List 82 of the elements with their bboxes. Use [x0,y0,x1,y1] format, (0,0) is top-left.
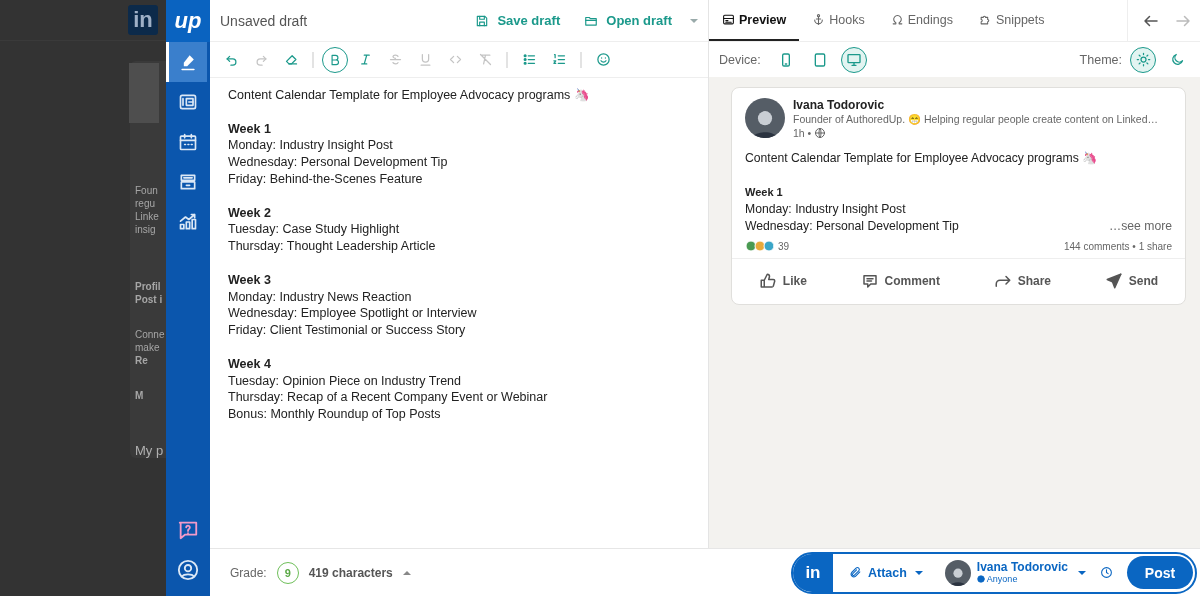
clock-icon [1100,566,1113,579]
background-heading: My p [135,443,165,458]
open-draft-button[interactable]: Open draft [584,13,698,28]
editor-line: Tuesday: Opinion Piece on Industry Trend [228,372,462,390]
post-text: Monday: Industry Insight Post [745,201,907,218]
drawer-icon [178,172,198,192]
linkedin-badge: in [792,553,833,592]
character-count: 419 characters [308,565,393,580]
reactions-icon [745,240,775,252]
theme-label: Theme: [1079,52,1122,67]
tab[interactable]: Snippets [965,0,1058,41]
sun-icon [1135,52,1151,67]
save-draft-button[interactable]: Save draft [475,13,561,28]
device-label: Device: [719,52,761,67]
editor-line: Friday: Behind-the-Scenes Feature [228,171,424,188]
send-button[interactable]: Send [1096,266,1167,296]
linkedin-logo: in [128,5,158,35]
editor-line: Week 2 [228,204,272,222]
omega-icon [890,13,904,26]
background-text: insig [135,224,157,235]
editor-line: Wednesday: Employee Spotlight or Interview [228,305,478,323]
account-selector[interactable]: Ivana Todorovic Anyone [932,559,1086,586]
tab[interactable]: Hooks [799,0,878,41]
editor-line: Bonus: Monthly Roundup of Top Posts [228,406,442,423]
tab[interactable]: Endings [877,0,966,41]
post-stats: 144 comments • 1 share [1064,240,1172,252]
editor-line: Thursday: Recap of a Recent Company Event or Webinar [228,389,549,407]
paperclip-icon [848,566,862,579]
attach-button[interactable]: Attach [848,565,923,580]
app-logo[interactable]: up [166,0,210,42]
reaction-count: 39 [778,240,790,252]
background-text: regu [135,198,156,209]
preview-icon [722,13,735,26]
post-text: Wednesday: Personal Development Tip [745,218,959,235]
background-text: Foun [135,185,159,196]
editor-line: Friday: Client Testimonial or Success Story [228,322,467,339]
post-text: Content Calendar Template for Employee Advocacy programs 🦄 [745,150,1099,167]
editor-line: Thursday: Thought Leadership Article [228,238,437,255]
background-text: Linke [135,211,160,222]
editor-line: Week 4 [228,355,272,373]
post-time: 1h • [793,126,812,140]
post-button[interactable]: Post [1127,556,1193,589]
draft-title: Unsaved draft [220,12,309,29]
editor-line: Monday: Industry Insight Post [228,137,394,155]
grade-label: Grade: [230,565,267,580]
editor-line: Tuesday: Case Study Highlight [228,221,401,239]
paper-plane-icon [1104,272,1123,290]
editor-line: Monday: Industry News Reaction [228,288,413,306]
editor-line: Week 3 [228,271,272,289]
caret-icon[interactable] [690,18,698,23]
share-button[interactable]: Share [985,266,1060,296]
background-text: Conne [135,329,166,340]
anchor-icon [812,13,826,26]
background-text: make [135,342,161,353]
moon-icon [1169,52,1185,67]
editor-line: Week 1 [228,120,272,138]
theme-button[interactable] [1130,46,1156,73]
device-button[interactable] [840,46,867,73]
author-headline: Founder of AuthoredUp. 😁 Helping regular people create content on Linked… [793,112,1158,126]
background-text: Post i [135,294,164,305]
post-text: Week 1 [745,185,784,200]
user-icon [177,559,199,581]
chart-icon [178,212,198,232]
puzzle-icon [978,13,992,26]
author-name: Ivana Todorovic [793,98,886,112]
see-more-link[interactable]: …see more [1109,218,1172,235]
editor-line: Content Calendar Template for Employee Advocacy programs 🦄 [228,87,591,104]
help-icon [177,519,199,541]
banner-thumbnail [129,63,159,123]
calendar-icon [178,132,198,152]
thumbs-up-icon [758,272,777,290]
monitor-icon [845,51,862,68]
floppy-icon [475,13,490,28]
comment-button[interactable]: Comment [852,266,948,296]
sidebar-item[interactable] [166,42,207,82]
background-text: Profil [135,281,162,292]
caret-icon[interactable] [402,570,411,575]
layout-icon [178,92,198,112]
editor-line: Wednesday: Personal Development Tip [228,154,449,171]
background-text: M [135,390,145,401]
speech-bubble-icon [860,272,879,290]
like-button[interactable]: Like [750,266,815,296]
